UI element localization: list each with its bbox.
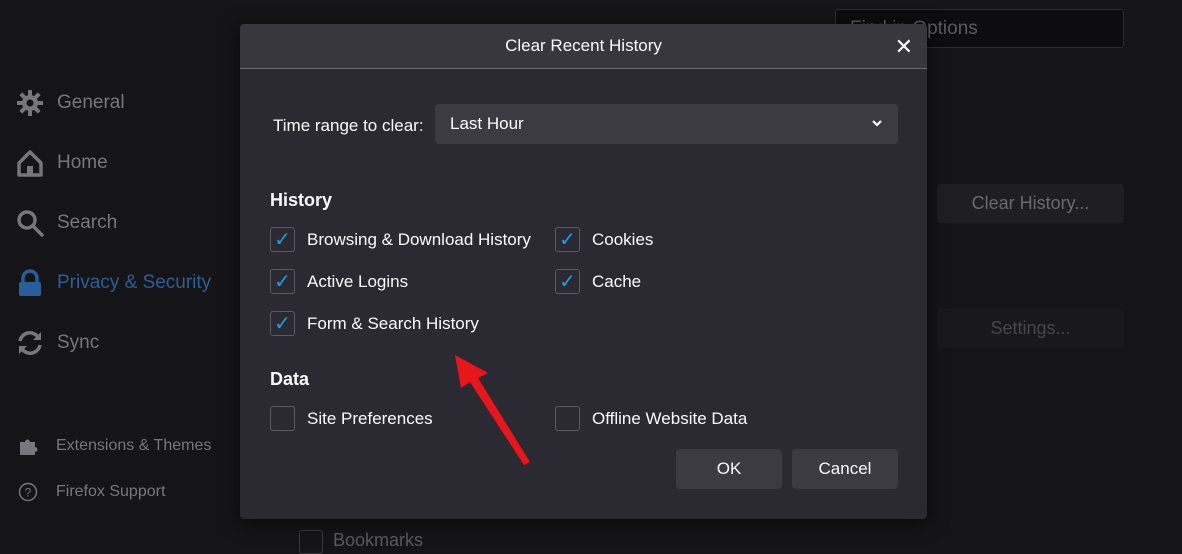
sidebar-item-support[interactable]: ? Firefox Support [18,482,165,502]
home-icon [15,148,45,178]
chevron-down-icon [871,114,883,134]
cancel-button[interactable]: Cancel [792,449,898,489]
annotation-arrow-icon [455,355,530,465]
bookmarks-checkbox[interactable]: Bookmarks [299,530,423,554]
checkbox-browsing-history[interactable]: ✓ Browsing & Download History [270,227,531,252]
sidebar-item-home[interactable]: Home [15,148,108,178]
sidebar-item-general[interactable]: General [15,88,125,118]
history-heading: History [270,190,333,210]
svg-text:?: ? [25,486,32,500]
ok-button[interactable]: OK [676,449,782,489]
sidebar-item-sync[interactable]: Sync [15,328,99,358]
lock-icon [15,268,45,298]
time-range-label: Time range to clear: [273,116,424,135]
dialog-title: Clear Recent History [505,36,662,55]
sidebar-item-search[interactable]: Search [15,208,117,238]
sync-icon [15,328,45,358]
help-icon: ? [18,482,38,502]
dialog-header: Clear Recent History ✕ [240,24,927,69]
checkbox-cache[interactable]: ✓ Cache [555,269,641,294]
puzzle-icon [18,436,38,456]
clear-history-dialog: Clear Recent History ✕ Time range to clea… [240,24,927,519]
settings-button[interactable]: Settings... [937,309,1124,348]
checkbox-active-logins[interactable]: ✓ Active Logins [270,269,408,294]
close-icon[interactable]: ✕ [895,34,913,60]
data-heading: Data [270,369,310,389]
gear-icon [15,88,45,118]
search-icon [15,208,45,238]
sidebar-item-privacy[interactable]: Privacy & Security [15,268,211,298]
checkbox-cookies[interactable]: ✓ Cookies [555,227,653,252]
time-range-select[interactable]: Last Hour [435,104,898,144]
checkbox-form-search-history[interactable]: ✓ Form & Search History [270,311,479,336]
checkbox-offline-data[interactable]: Offline Website Data [555,406,747,431]
clear-history-button[interactable]: Clear History... [937,184,1124,223]
checkbox-site-preferences[interactable]: Site Preferences [270,406,433,431]
sidebar-item-extensions[interactable]: Extensions & Themes [18,436,211,456]
